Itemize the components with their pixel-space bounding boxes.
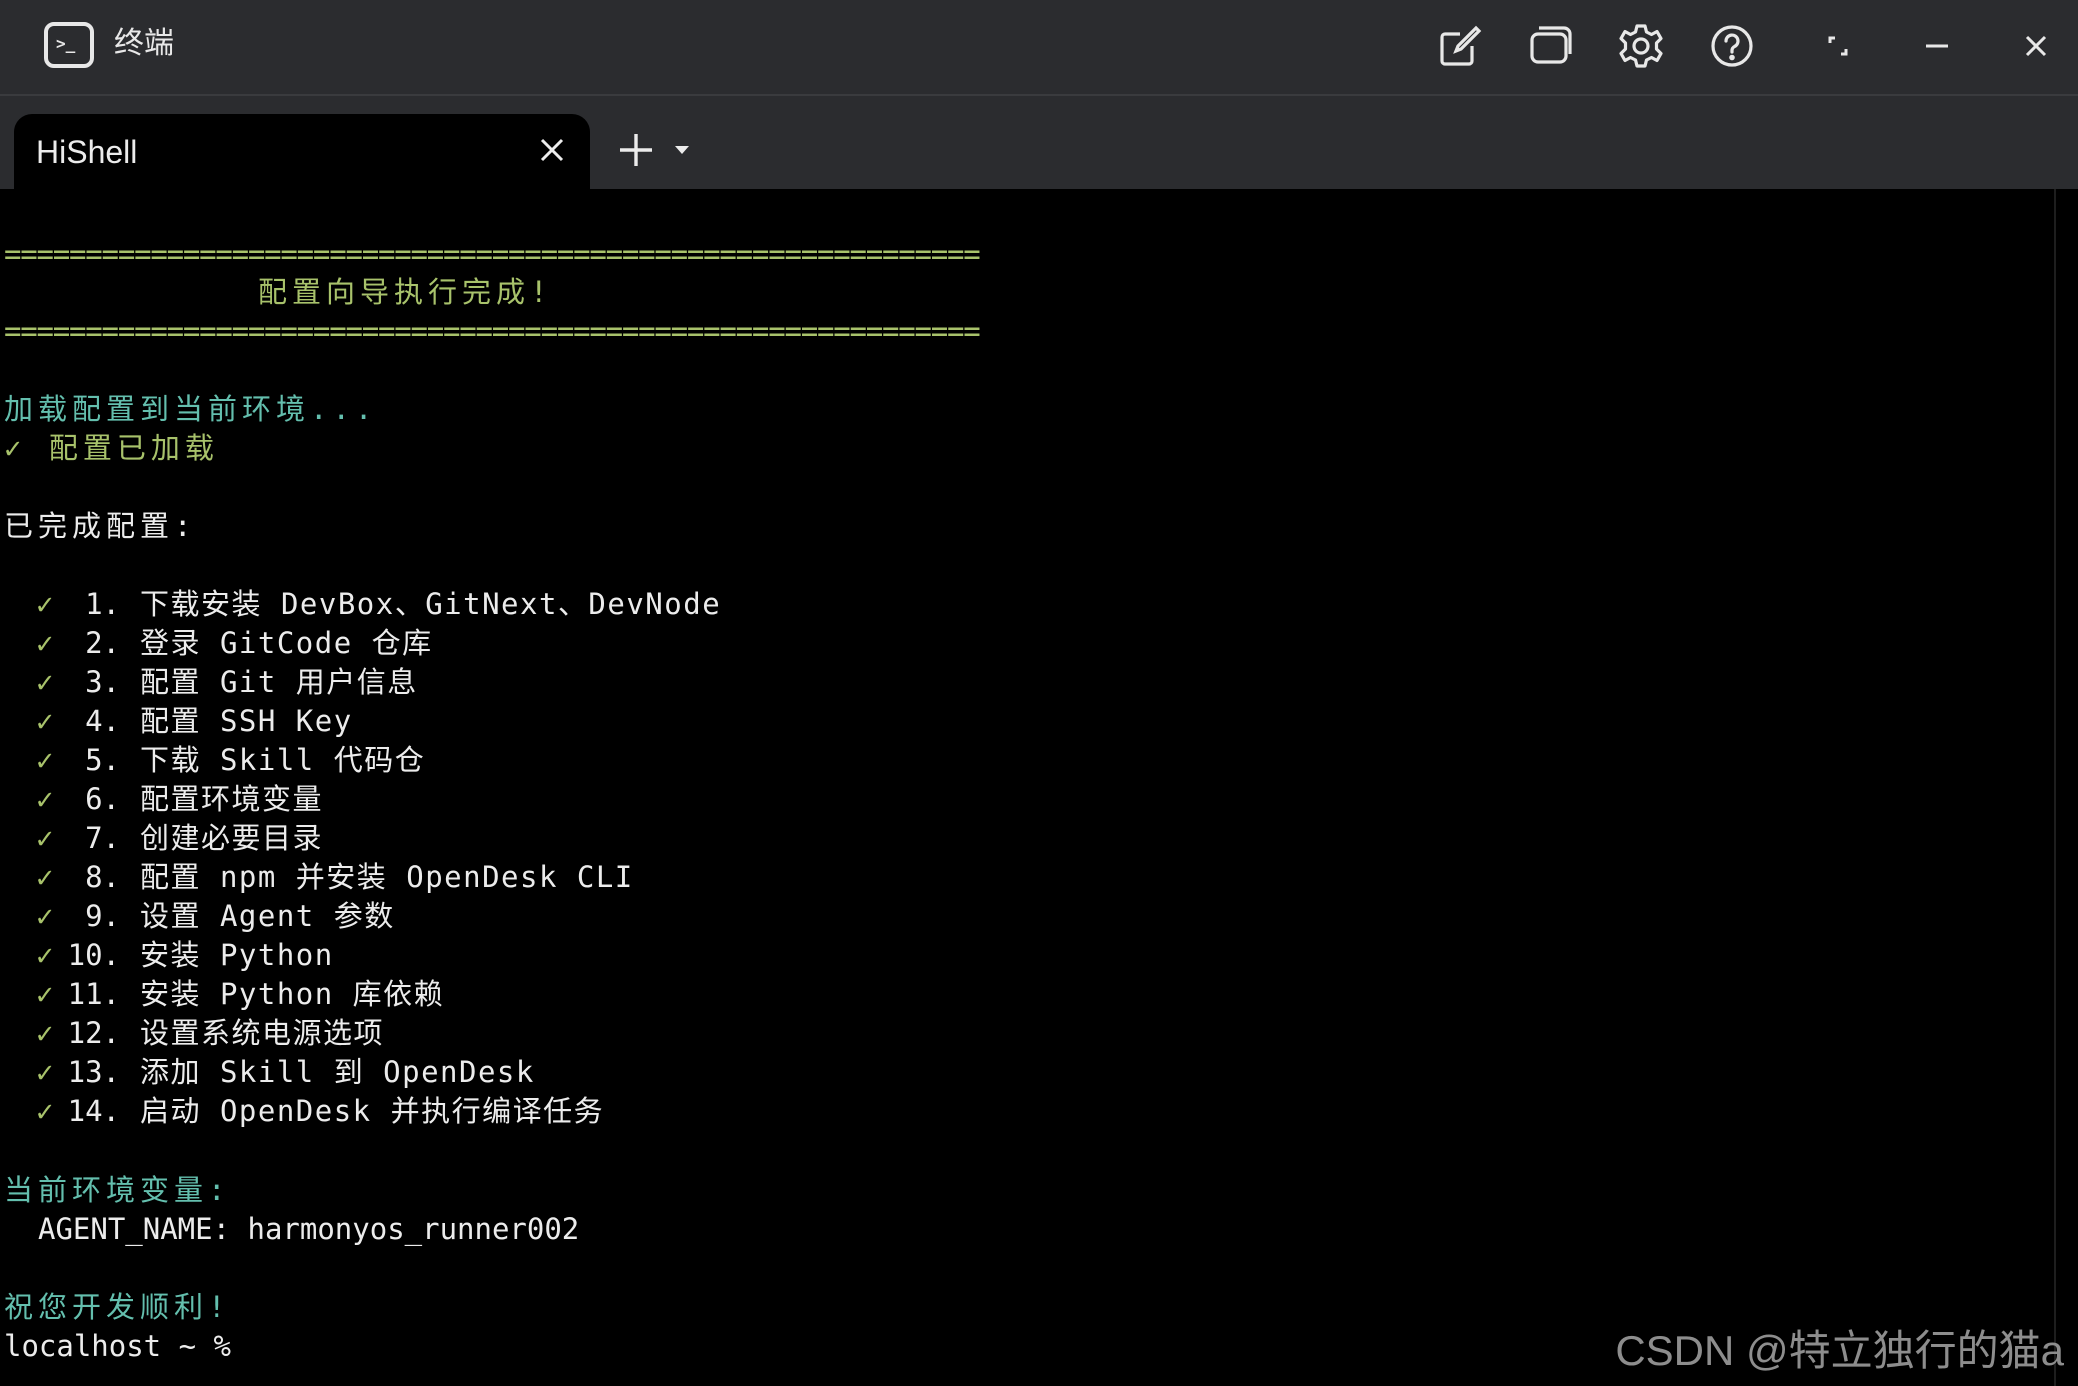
env-agent-name: AGENT_NAME: harmonyos_runner002: [38, 1212, 580, 1246]
item-number: 5.: [85, 743, 120, 777]
completed-item-row: ✓ 9. 设置 Agent 参数: [0, 897, 1000, 936]
terminal-app-icon: >_: [44, 22, 94, 68]
edit-icon[interactable]: [1436, 22, 1484, 70]
tab-close-icon[interactable]: [532, 130, 572, 170]
item-text: 配置 Git 用户信息: [140, 665, 418, 699]
help-icon[interactable]: [1708, 22, 1756, 70]
item-text: 安装 Python: [140, 938, 334, 972]
item-number: 9.: [85, 899, 120, 933]
item-text: 创建必要目录: [140, 821, 324, 855]
item-number: 1.: [85, 587, 120, 621]
item-number: 7.: [85, 821, 120, 855]
item-text: 添加 Skill 到 OpenDesk: [140, 1055, 535, 1089]
item-number: 8.: [85, 860, 120, 894]
rule-top: ========================================…: [4, 237, 981, 271]
completed-item-row: ✓ 11. 安装 Python 库依赖: [0, 975, 1000, 1014]
item-text: 安装 Python 库依赖: [140, 977, 445, 1011]
completed-heading: 已完成配置:: [4, 509, 197, 543]
completed-item-row: ✓ 3. 配置 Git 用户信息: [0, 663, 1000, 702]
item-text: 下载 Skill 代码仓: [140, 743, 426, 777]
rule-bottom: ========================================…: [4, 314, 981, 348]
item-number: 2.: [85, 626, 120, 660]
item-text: 设置 Agent 参数: [140, 899, 395, 933]
settings-icon[interactable]: [1617, 22, 1665, 70]
completed-item-row: ✓ 14. 启动 OpenDesk 并执行编译任务: [0, 1092, 1000, 1131]
completed-item-row: ✓ 1. 下载安装 DevBox、GitNext、DevNode: [0, 585, 1000, 624]
watermark-text: CSDN @特立独行的猫a: [1615, 1327, 2064, 1374]
item-number: 13.: [67, 1055, 120, 1089]
close-icon[interactable]: [2012, 22, 2060, 70]
prompt-glyph: >_: [56, 34, 76, 53]
item-text: 配置 SSH Key: [140, 704, 353, 738]
completed-item-row: ✓ 7. 创建必要目录: [0, 819, 1000, 858]
completed-item-row: ✓ 10. 安装 Python: [0, 936, 1000, 975]
title-bar: >_ 终端: [0, 0, 2078, 96]
new-tab-plus-icon[interactable]: [616, 130, 656, 170]
tab-dropdown-chevron-icon[interactable]: [672, 142, 692, 158]
item-text: 配置 npm 并安装 OpenDesk CLI: [140, 860, 634, 894]
item-text: 配置环境变量: [140, 782, 324, 816]
completed-item-row: ✓ 2. 登录 GitCode 仓库: [0, 624, 1000, 663]
completed-item-row: ✓ 4. 配置 SSH Key: [0, 702, 1000, 741]
window-title: 终端: [114, 27, 174, 60]
item-number: 14.: [67, 1094, 120, 1128]
completion-header: 配置向导执行完成!: [258, 275, 553, 309]
tab-hishell[interactable]: HiShell: [14, 114, 590, 189]
terminal-output[interactable]: ========================================…: [0, 189, 2054, 1386]
new-window-icon[interactable]: [1527, 22, 1575, 70]
item-number: 10.: [67, 938, 120, 972]
item-text: 启动 OpenDesk 并执行编译任务: [140, 1094, 605, 1128]
loaded-message: ✓ 配置已加载: [4, 431, 219, 465]
tab-bar: HiShell: [0, 96, 2078, 189]
tab-label: HiShell: [36, 134, 138, 170]
completed-item-row: ✓ 12. 设置系统电源选项: [0, 1014, 1000, 1053]
scrollbar[interactable]: [2054, 189, 2078, 1386]
item-number: 3.: [85, 665, 120, 699]
loading-message: 加载配置到当前环境...: [4, 392, 378, 426]
completed-item-row: ✓ 8. 配置 npm 并安装 OpenDesk CLI: [0, 858, 1000, 897]
item-number: 12.: [67, 1016, 120, 1050]
minimize-icon[interactable]: [1913, 22, 1961, 70]
item-text: 下载安装 DevBox、GitNext、DevNode: [140, 587, 722, 621]
completed-item-row: ✓ 6. 配置环境变量: [0, 780, 1000, 819]
item-text: 设置系统电源选项: [140, 1016, 385, 1050]
env-heading: 当前环境变量:: [4, 1173, 231, 1207]
completed-item-row: ✓ 5. 下载 Skill 代码仓: [0, 741, 1000, 780]
item-number: 11.: [67, 977, 120, 1011]
shell-prompt: localhost ~ %: [4, 1329, 231, 1363]
item-number: 6.: [85, 782, 120, 816]
restore-icon[interactable]: [1814, 22, 1862, 70]
item-text: 登录 GitCode 仓库: [140, 626, 433, 660]
item-number: 4.: [85, 704, 120, 738]
farewell-message: 祝您开发顺利!: [4, 1290, 231, 1324]
completed-item-row: ✓ 13. 添加 Skill 到 OpenDesk: [0, 1053, 1000, 1092]
